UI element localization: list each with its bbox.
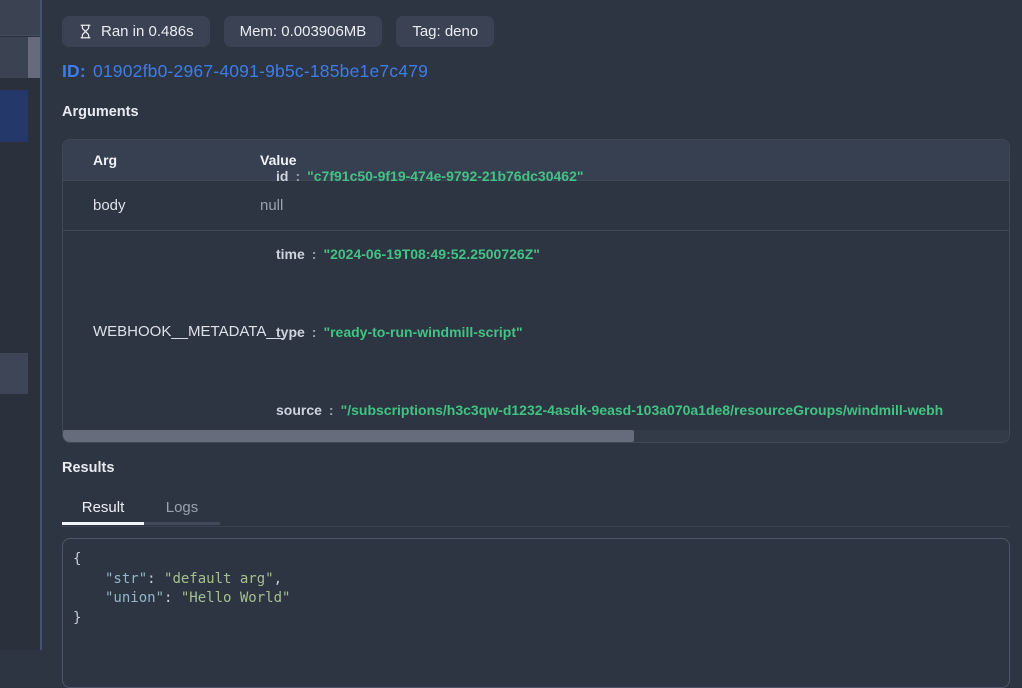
job-id-label: ID:	[62, 61, 86, 81]
json-entry-type: type:"ready-to-run-windmill-script"	[260, 319, 1009, 345]
memory-badge: Mem: 0.003906MB	[224, 16, 383, 47]
left-panel-header-block	[0, 0, 40, 36]
table-horizontal-scrollbar[interactable]	[63, 430, 1009, 442]
left-panel-strip	[0, 0, 40, 650]
tabs-divider	[62, 526, 1010, 527]
arguments-table: Arg Value body null WEBHOOK__METADATA__ …	[62, 139, 1010, 443]
arg-name: body	[63, 197, 260, 214]
run-detail-page: Ran in 0.486s Mem: 0.003906MB Tag: deno …	[0, 0, 1022, 650]
column-header-arg: Arg	[63, 152, 260, 168]
job-id-line: ID: 01902fb0-2967-4091-9b5c-185be1e7c479	[62, 61, 428, 82]
json-entry-source: source:"/subscriptions/h3c3qw-d1232-4asd…	[260, 397, 1009, 423]
hourglass-icon	[78, 24, 93, 39]
left-panel-block	[0, 37, 28, 78]
panel-divider[interactable]	[40, 0, 42, 650]
arg-value-object: { id:"c7f91c50-9f19-474e-9792-21b76dc304…	[260, 139, 1009, 443]
table-row-webhook-metadata: WEBHOOK__METADATA__ { id:"c7f91c50-9f19-…	[63, 231, 1009, 431]
graph-node[interactable]	[0, 353, 28, 394]
table-scrollbar-thumb[interactable]	[63, 430, 634, 442]
tab-logs[interactable]: Logs	[144, 493, 220, 525]
job-id-value[interactable]: 01902fb0-2967-4091-9b5c-185be1e7c479	[93, 61, 428, 81]
result-close-brace: }	[73, 609, 999, 629]
results-tabs: Result Logs	[62, 493, 220, 525]
tag-badge: Tag: deno	[396, 16, 494, 47]
arg-name: WEBHOOK__METADATA__	[63, 323, 260, 340]
results-section-title: Results	[62, 460, 114, 476]
tag-badge-label: Tag: deno	[412, 23, 478, 40]
left-panel-scrollbar-thumb[interactable]	[28, 37, 40, 78]
tab-result[interactable]: Result	[62, 493, 144, 525]
json-entry-id: id:"c7f91c50-9f19-474e-9792-21b76dc30462…	[260, 163, 1009, 189]
arguments-section-title: Arguments	[62, 104, 139, 120]
graph-node-selected[interactable]	[0, 90, 28, 142]
result-json-viewer: { "str": "default arg", "union": "Hello …	[62, 538, 1010, 688]
memory-badge-label: Mem: 0.003906MB	[240, 23, 367, 40]
json-entry-time: time:"2024-06-19T08:49:52.2500726Z"	[260, 241, 1009, 267]
run-stats-badges: Ran in 0.486s Mem: 0.003906MB Tag: deno	[62, 16, 494, 47]
result-line-str: "str": "default arg",	[73, 570, 999, 590]
duration-badge-label: Ran in 0.486s	[101, 23, 194, 40]
result-open-brace: {	[73, 550, 999, 570]
result-line-union: "union": "Hello World"	[73, 589, 999, 609]
duration-badge: Ran in 0.486s	[62, 16, 210, 47]
